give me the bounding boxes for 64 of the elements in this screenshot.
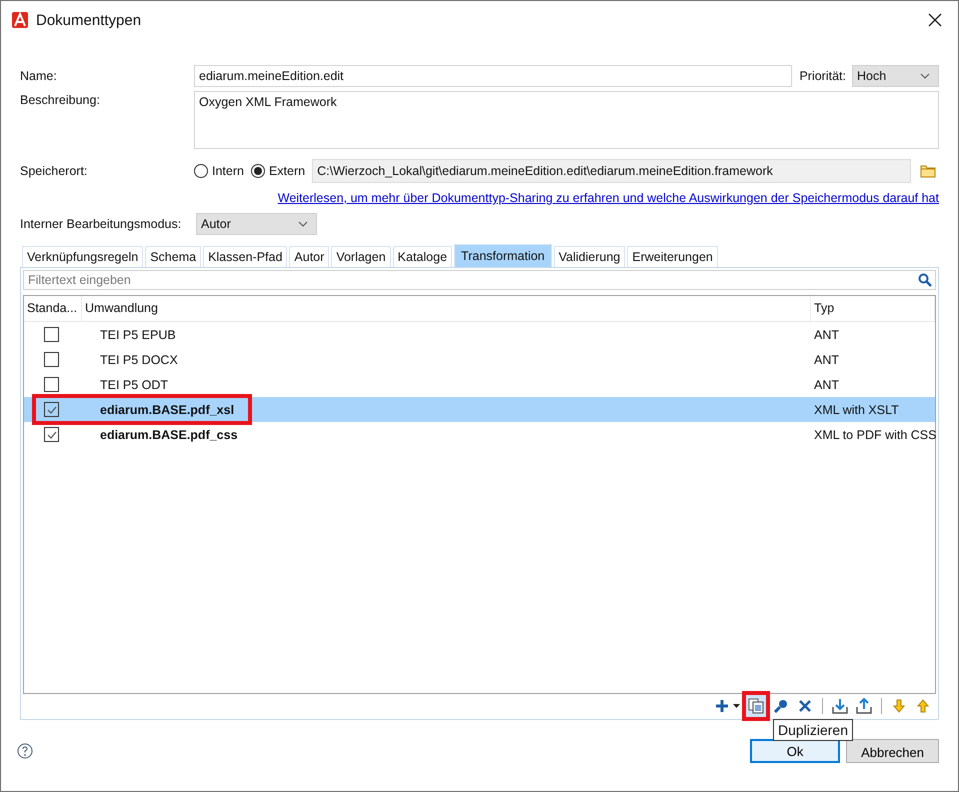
chevron-icon[interactable] <box>920 73 930 79</box>
table-row[interactable]: TEI P5 EPUB ANT <box>24 322 935 347</box>
mode-dropdown[interactable]: Autor <box>196 213 317 235</box>
table-row[interactable]: ediarum.BASE.pdf_xsl XML with XSLT <box>24 397 935 422</box>
search-icon[interactable] <box>918 273 932 287</box>
tab[interactable]: Vorlagen <box>331 246 391 267</box>
radio-option[interactable]: Intern <box>194 164 244 178</box>
help-icon[interactable] <box>17 743 33 759</box>
checkbox[interactable] <box>44 352 59 367</box>
cancel-button[interactable]: Abbrechen <box>846 739 939 763</box>
import-button[interactable] <box>831 697 849 715</box>
tab[interactable]: Kataloge <box>392 246 452 267</box>
table-row[interactable]: TEI P5 ODT ANT <box>24 372 935 397</box>
close-icon[interactable] <box>928 13 942 27</box>
checkbox[interactable] <box>44 377 59 392</box>
path-field[interactable]: C:\Wierzoch_Lokal\git\ediarum.meineEdition.edit\ediarum.meineEdition.framework <box>312 159 911 183</box>
radio-option[interactable]: Extern <box>250 164 306 178</box>
table-cell-text: TEI P5 EPUB <box>99 328 177 342</box>
export-button[interactable] <box>855 697 873 715</box>
priority-dropdown[interactable]: Hoch <box>852 65 939 87</box>
field-label: Interner Bearbeitungsmodus: <box>20 217 182 231</box>
info-link[interactable]: Weiterlesen, um mehr über Dokumenttyp-Sharing zu erfahren und welche Auswirkungen der Speichermodus darauf hat <box>278 191 939 205</box>
column-header[interactable]: Umwandlung <box>82 296 811 321</box>
edit-button[interactable] <box>772 697 790 715</box>
move-down-button[interactable] <box>890 697 908 715</box>
table-row[interactable]: ediarum.BASE.pdf_css XML to PDF with CSS <box>24 422 935 447</box>
checkbox[interactable] <box>44 427 59 442</box>
tab[interactable]: Autor <box>289 246 330 267</box>
table-row[interactable]: TEI P5 DOCX ANT <box>24 347 935 372</box>
field-label: Name: <box>20 69 58 83</box>
folder-icon[interactable] <box>920 164 936 178</box>
table-cell-text: TEI P5 DOCX <box>99 352 179 366</box>
window-title: Dokumenttypen <box>36 12 142 28</box>
tab[interactable]: Schema <box>145 246 202 267</box>
description-field[interactable]: Oxygen XML Framework <box>194 91 939 149</box>
filter-field[interactable]: Filtertext eingeben <box>23 270 936 290</box>
checkbox[interactable] <box>44 327 59 342</box>
field-label: Speicherort: <box>20 164 88 178</box>
tab[interactable]: Klassen-Pfad <box>203 246 288 267</box>
table-cell-text: ANT <box>813 328 840 342</box>
duplicate-button[interactable] <box>746 695 766 717</box>
tab[interactable]: Validierung <box>554 246 626 267</box>
field-label: Priorität: <box>799 69 846 83</box>
app-logo-icon <box>12 12 28 28</box>
table-cell-text: TEI P5 ODT <box>99 378 170 392</box>
field-label: Beschreibung: <box>20 92 101 107</box>
table-cell-text: ediarum.BASE.pdf_xsl <box>99 402 236 416</box>
move-up-button[interactable] <box>914 697 932 715</box>
table-cell-text: XML with XSLT <box>813 402 900 416</box>
column-header[interactable]: Standa... <box>24 296 82 321</box>
name-field[interactable]: ediarum.meineEdition.edit <box>194 65 792 87</box>
checkbox[interactable] <box>44 402 59 417</box>
tab[interactable]: Erweiterungen <box>627 246 718 267</box>
add-button[interactable] <box>713 697 731 715</box>
tab[interactable]: Verknüpfungsregeln <box>22 246 144 267</box>
table-cell-text: ediarum.BASE.pdf_css <box>99 428 239 442</box>
column-header[interactable]: Typ <box>811 296 935 321</box>
chevron-icon[interactable] <box>298 221 308 227</box>
ok-button[interactable]: Ok <box>750 739 840 763</box>
tab[interactable]: Transformation <box>454 244 552 267</box>
table-cell-text: ANT <box>813 378 840 392</box>
table-cell-text: ANT <box>813 352 840 366</box>
table-cell-text: XML to PDF with CSS <box>813 428 935 442</box>
tooltip: Duplizieren <box>772 719 853 741</box>
